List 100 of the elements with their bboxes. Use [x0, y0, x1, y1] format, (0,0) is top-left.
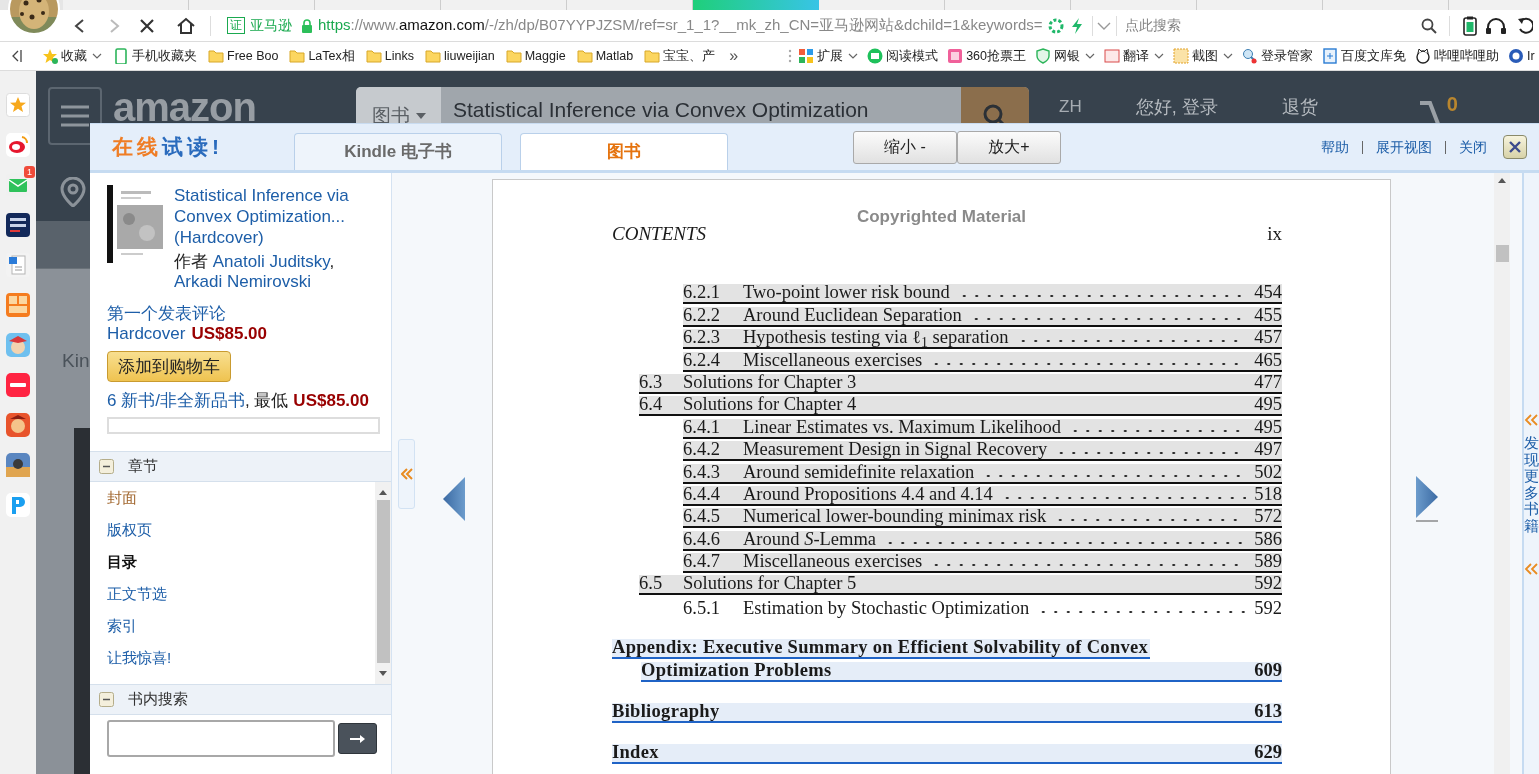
phone-icon[interactable]	[113, 48, 129, 64]
bookmark-link[interactable]: Ir	[1527, 46, 1535, 66]
bookmark-link[interactable]: 截图	[1192, 46, 1218, 66]
undo-icon[interactable]	[1517, 16, 1533, 35]
apps-icon[interactable]	[798, 48, 815, 64]
document-icon[interactable]	[1322, 48, 1338, 64]
previous-page-icon[interactable]	[442, 476, 465, 521]
zoom-button[interactable]: 放大+	[957, 130, 1061, 164]
folder-icon[interactable]	[208, 48, 224, 64]
folder-icon[interactable]	[644, 48, 661, 64]
folder-icon[interactable]	[365, 48, 382, 64]
home-icon[interactable]	[176, 16, 196, 35]
offers-link[interactable]: 6 新书/非全新品书	[107, 391, 245, 411]
header-link[interactable]: 展开视图	[1376, 136, 1432, 158]
bookmark-link[interactable]: 360抢票王	[966, 46, 1026, 66]
book-title-link[interactable]: Statistical Inference via Convex Optimization... (Hardcover)	[174, 185, 386, 248]
bookmark-link[interactable]: 宝宝、产	[663, 46, 716, 66]
bookmark-link[interactable]: 阅读模式	[886, 46, 939, 66]
globe-icon[interactable]	[1508, 48, 1524, 64]
chapter-link[interactable]: 让我惊喜!	[107, 642, 172, 674]
minus-icon[interactable]	[99, 459, 114, 474]
school-app-icon[interactable]	[6, 213, 30, 237]
bookmark-link[interactable]: 百度文库免	[1341, 46, 1406, 66]
chapter-link[interactable]: 目录	[107, 546, 137, 578]
scroll-thumb[interactable]	[376, 500, 390, 663]
sync-icon[interactable]	[1048, 17, 1064, 34]
weibo-icon[interactable]	[6, 133, 30, 157]
folder-icon[interactable]	[289, 48, 306, 64]
scrollbar[interactable]	[1494, 173, 1510, 774]
bookmark-link[interactable]: LaTex相	[308, 46, 355, 66]
more-books-link[interactable]: 发现更多书籍	[1524, 435, 1539, 534]
chapter-link[interactable]: 正文节选	[107, 578, 167, 610]
bookmark-link[interactable]: Free Boo	[227, 46, 279, 66]
collapse-icon[interactable]	[10, 49, 22, 63]
key-icon[interactable]	[1242, 48, 1258, 64]
sign-in-link[interactable]: 您好, 登录	[1135, 94, 1218, 121]
headphones-icon[interactable]	[1485, 16, 1507, 35]
bookmark-link[interactable]: Maggie	[524, 46, 566, 66]
bookmark-link[interactable]: Links	[384, 46, 414, 66]
payment-app-icon[interactable]	[6, 493, 30, 517]
folder-icon[interactable]	[424, 48, 441, 64]
caret-icon[interactable]	[848, 52, 859, 60]
search-go-button[interactable]	[338, 723, 377, 754]
bookmark-link[interactable]: Matlab	[595, 46, 634, 66]
header-link[interactable]: 关闭	[1459, 136, 1487, 158]
caret-icon[interactable]	[1223, 52, 1233, 60]
add-to-cart-button[interactable]: 添加到购物车	[107, 351, 231, 382]
star-icon[interactable]	[42, 48, 58, 64]
scroll-thumb[interactable]	[1495, 245, 1509, 262]
bookmark-link[interactable]: liuweijian	[443, 46, 495, 66]
folder-icon[interactable]	[576, 48, 593, 64]
chapter-link[interactable]: 索引	[107, 610, 137, 642]
ticket-icon[interactable]	[947, 48, 964, 64]
next-page-icon[interactable]	[1416, 475, 1438, 522]
bookmark-link[interactable]: 登录管家	[1261, 46, 1313, 66]
search-input[interactable]	[107, 720, 335, 757]
bookmark-link[interactable]: 哔哩哔哩助	[1434, 46, 1499, 66]
game-icon[interactable]	[6, 333, 30, 357]
clipboard-icon[interactable]	[1463, 15, 1477, 36]
chapter-link[interactable]: 版权页	[107, 514, 152, 546]
zoom-button[interactable]: 缩小 -	[853, 130, 957, 164]
stop-icon[interactable]	[138, 16, 156, 35]
logo-text[interactable]: amazon	[102, 87, 356, 127]
shield-icon[interactable]	[1035, 48, 1051, 64]
game-icon[interactable]	[6, 413, 30, 437]
url-field[interactable]: https://www.amazon.com/-/zh/dp/B07YYPJZSM/ref=sr_1_1?__mk_zh_CN=亚马逊网站&dchild=1&keywords=	[318, 14, 1044, 37]
scroll-down-icon[interactable]	[379, 671, 387, 676]
scrollbar[interactable]	[375, 482, 391, 684]
language-selector[interactable]: ZH	[1059, 94, 1082, 120]
bookmark-link[interactable]: 扩展	[817, 46, 844, 66]
cat-icon[interactable]	[1415, 48, 1431, 64]
folder-icon[interactable]	[505, 48, 522, 64]
reader-tab[interactable]: Kindle 电子书	[294, 133, 502, 170]
double-chevron-icon[interactable]	[1524, 413, 1538, 427]
panel-toggle-button[interactable]	[398, 438, 415, 509]
novel-app-icon[interactable]	[6, 293, 30, 317]
bookmark-link[interactable]: 网银	[1054, 46, 1080, 66]
close-button[interactable]	[1503, 135, 1527, 159]
translate-icon[interactable]	[1104, 48, 1120, 64]
caret-icon[interactable]	[92, 52, 102, 60]
crop-icon[interactable]	[1173, 48, 1189, 64]
more-bookmarks-button[interactable]: »	[729, 44, 739, 68]
scroll-up-icon[interactable]	[1498, 178, 1506, 183]
location-pin-icon[interactable]	[60, 177, 86, 207]
review-link[interactable]: 第一个发表评论	[107, 304, 226, 324]
favorites-icon[interactable]	[6, 93, 30, 117]
search-icon[interactable]	[1421, 17, 1437, 34]
caret-icon[interactable]	[1085, 52, 1095, 60]
notes-app-icon[interactable]	[6, 373, 30, 397]
author-link[interactable]: Arkadi Nemirovski	[174, 272, 311, 291]
search-field[interactable]: 点此搜索	[1125, 15, 1415, 36]
returns-link[interactable]: 退货	[1281, 94, 1318, 121]
game-icon[interactable]	[6, 453, 30, 477]
minus-icon[interactable]	[99, 692, 114, 707]
double-chevron-icon[interactable]	[1524, 562, 1538, 576]
caret-icon[interactable]	[1097, 20, 1111, 31]
lightning-icon[interactable]	[1071, 17, 1083, 34]
bookmark-link[interactable]: 收藏	[61, 46, 87, 66]
caret-icon[interactable]	[1154, 52, 1164, 60]
format-link[interactable]: Hardcover	[107, 324, 186, 344]
